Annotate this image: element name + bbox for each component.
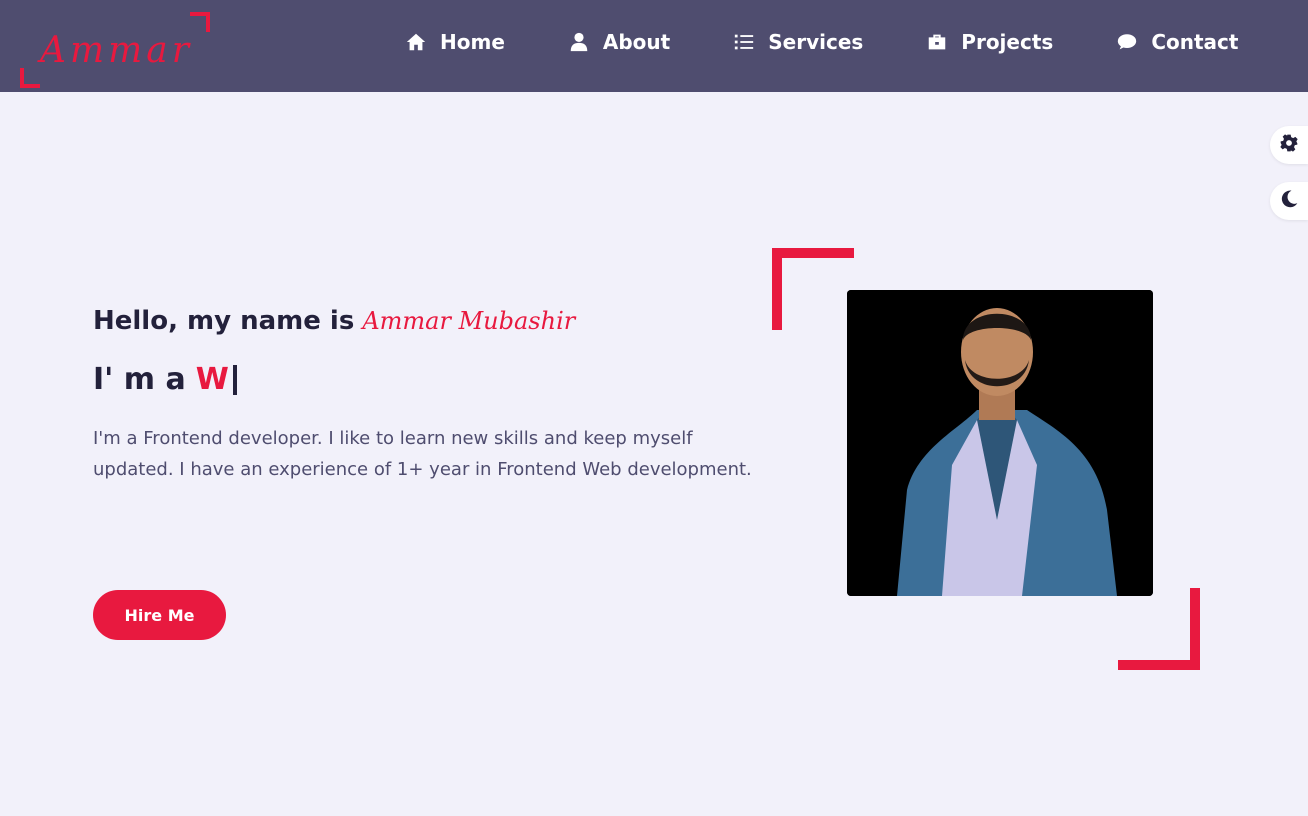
gear-icon <box>1279 133 1299 158</box>
logo[interactable]: Ammar <box>20 12 212 88</box>
nav-item-label: Contact <box>1151 30 1239 54</box>
nav-item-label: About <box>602 30 671 54</box>
nav-item-services[interactable]: Services <box>732 30 863 54</box>
nav-item-contact[interactable]: Contact <box>1115 30 1238 54</box>
logo-text: Ammar <box>40 30 193 71</box>
briefcase-icon <box>925 30 949 54</box>
logo-corner-decoration <box>20 68 40 88</box>
nav-item-label: Projects <box>961 30 1054 54</box>
moon-icon <box>1279 189 1299 214</box>
settings-button[interactable] <box>1270 126 1308 164</box>
greeting-name: Ammar Mubashir <box>362 307 576 335</box>
bio-paragraph: I'm a Frontend developer. I like to lear… <box>93 428 752 480</box>
hero-section: Hello, my name is Ammar Mubashir I' m a … <box>93 306 773 485</box>
list-icon <box>732 30 756 54</box>
user-icon <box>567 30 591 54</box>
navbar: Ammar Home About Services Projects Conta… <box>0 0 1308 92</box>
typing-cursor <box>232 364 237 395</box>
nav-item-label: Home <box>440 30 505 54</box>
main-nav: Home About Services Projects Contact <box>404 30 1238 54</box>
nav-item-projects[interactable]: Projects <box>925 30 1053 54</box>
home-icon <box>404 30 428 54</box>
chat-icon <box>1115 30 1139 54</box>
nav-item-label: Services <box>768 30 864 54</box>
nav-item-about[interactable]: About <box>567 30 670 54</box>
greeting-text: Hello, my name is <box>93 306 355 336</box>
photo-frame-corner <box>1118 588 1200 670</box>
role-typed-text: W <box>195 362 229 397</box>
logo-corner-decoration <box>190 12 210 32</box>
role-prefix: I' m a <box>93 362 186 397</box>
nav-item-home[interactable]: Home <box>404 30 505 54</box>
theme-toggle-button[interactable] <box>1270 182 1308 220</box>
greeting-heading: Hello, my name is Ammar Mubashir <box>93 306 773 336</box>
role-heading: I' m a W <box>93 362 773 397</box>
hire-me-button[interactable]: Hire Me <box>93 590 226 640</box>
profile-photo <box>847 290 1153 596</box>
photo-frame-corner <box>772 248 854 330</box>
